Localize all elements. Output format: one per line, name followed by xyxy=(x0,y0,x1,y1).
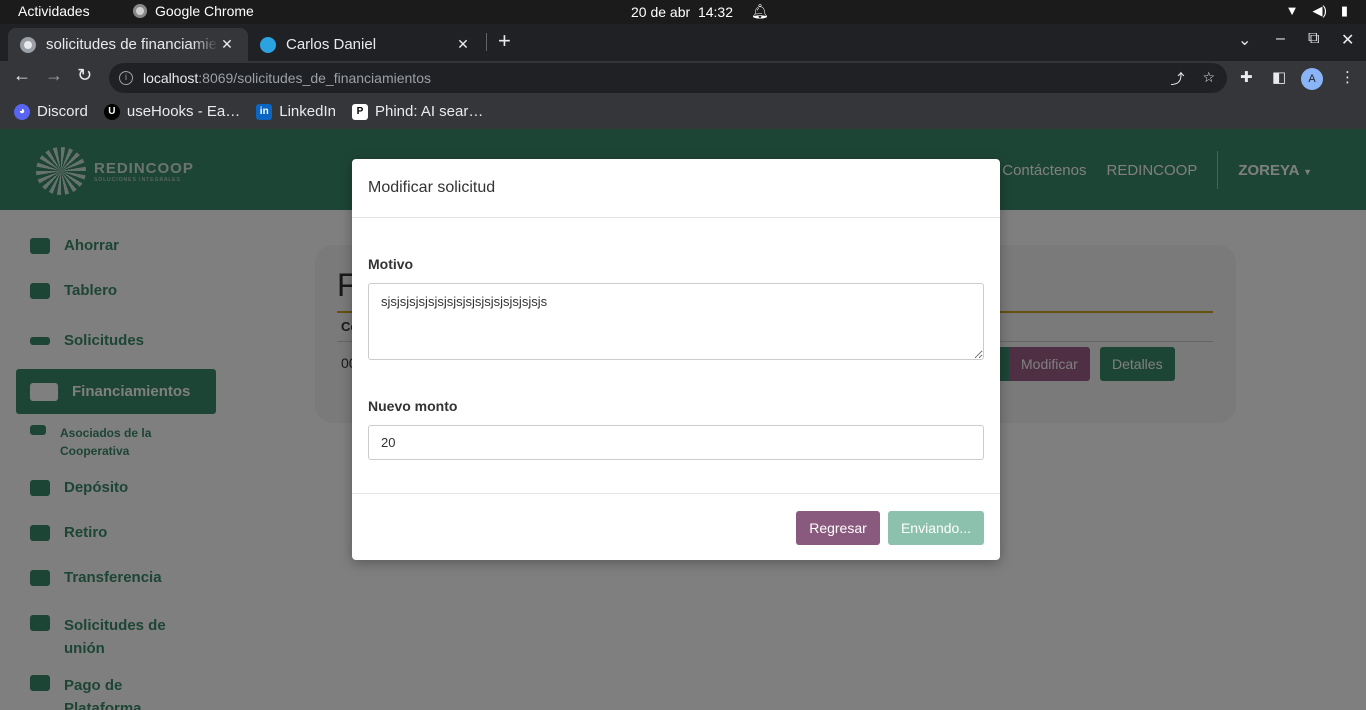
side-panel-icon[interactable]: ◧ xyxy=(1272,68,1286,86)
volume-icon: ◀︎) xyxy=(1312,3,1327,18)
usehooks-icon: U xyxy=(103,103,120,120)
chrome-icon xyxy=(133,4,147,18)
bookmark-linkedin[interactable]: in LinkedIn xyxy=(256,103,336,120)
maximize-icon[interactable]: ⧉ xyxy=(1308,30,1319,48)
discord-icon: ◕ xyxy=(14,103,30,120)
new-tab-icon[interactable]: + xyxy=(498,30,511,52)
app-menu[interactable]: Google Chrome xyxy=(133,3,254,19)
url-text[interactable]: localhost:8069/solicitudes_de_financiami… xyxy=(143,70,431,86)
tab-separator xyxy=(486,33,487,51)
bookmark-label: Discord xyxy=(37,103,88,120)
menu-kebab-icon[interactable]: ⋮ xyxy=(1340,68,1355,86)
nuevo-monto-input[interactable] xyxy=(368,425,984,460)
wifi-icon: ▼ xyxy=(1285,3,1299,18)
system-tray[interactable]: ▼ ◀︎) ▮ xyxy=(1286,3,1348,19)
phind-icon: P xyxy=(351,103,368,120)
time: 14:32 xyxy=(697,3,733,20)
tab-search-icon[interactable]: ⌄ xyxy=(1238,30,1251,50)
system-top-bar: Actividades Google Chrome 20 de abr 14:3… xyxy=(0,0,1366,24)
close-icon[interactable]: ✕ xyxy=(218,36,236,53)
tab-solicitudes[interactable]: solicitudes de financiamientos ✕ xyxy=(8,28,248,61)
star-icon[interactable]: ☆ xyxy=(1202,69,1215,89)
close-icon[interactable]: ✕ xyxy=(454,36,472,53)
bookmark-label: LinkedIn xyxy=(279,103,336,120)
minimize-icon[interactable]: – xyxy=(1276,30,1285,48)
battery-icon: ▮ xyxy=(1340,3,1348,18)
date: 20 de abr xyxy=(631,3,691,20)
clock[interactable]: 20 de abr 14:32 🔔︎ xyxy=(631,3,769,20)
tab-title: Carlos Daniel xyxy=(286,36,377,53)
tab-carlos-daniel[interactable]: Carlos Daniel ✕ xyxy=(248,28,484,61)
modal-footer: Regresar Enviando... xyxy=(352,493,1000,560)
tab-title: solicitudes de financiamientos xyxy=(46,36,218,53)
monto-label: Nuevo monto xyxy=(368,398,458,414)
profile-avatar[interactable]: A xyxy=(1301,68,1323,90)
motivo-textarea[interactable]: sjsjsjsjsjsjsjsjsjsjsjsjsjsjsjsjsjs xyxy=(368,283,984,360)
forward-arrow-icon[interactable]: → xyxy=(45,65,63,86)
activities-button[interactable]: Actividades xyxy=(18,3,90,19)
tab-strip: solicitudes de financiamientos ✕ Carlos … xyxy=(0,24,1366,61)
chrome-icon xyxy=(20,36,36,53)
bookmark-label: useHooks - Ea… xyxy=(126,103,241,120)
linkedin-icon: in xyxy=(256,103,273,120)
modify-request-modal: Modificar solicitud Motivo sjsjsjsjsjsjs… xyxy=(352,159,1000,560)
reload-icon[interactable]: ↻ xyxy=(77,65,92,86)
browser-toolbar: ← → ↻ i localhost:8069/solicitudes_de_fi… xyxy=(0,61,1366,94)
bookmark-usehooks[interactable]: U useHooks - Ea… xyxy=(103,103,241,120)
extensions-icon[interactable]: ✚ xyxy=(1240,68,1253,86)
bookmark-label: Phind: AI sear… xyxy=(374,103,484,120)
modal-body: Motivo sjsjsjsjsjsjsjsjsjsjsjsjsjsjsjsjs… xyxy=(352,218,1000,493)
back-button[interactable]: Regresar xyxy=(796,511,880,545)
telegram-icon xyxy=(260,36,276,53)
share-icon[interactable]: ⤴ xyxy=(1170,69,1184,89)
modal-title: Modificar solicitud xyxy=(352,159,1000,218)
motivo-label: Motivo xyxy=(368,256,414,272)
close-window-icon[interactable]: ✕ xyxy=(1341,30,1354,50)
bookmark-discord[interactable]: ◕ Discord xyxy=(14,103,88,120)
app-name: Google Chrome xyxy=(155,3,254,19)
bookmark-phind[interactable]: P Phind: AI sear… xyxy=(351,103,484,120)
bookmarks-bar: ◕ Discord U useHooks - Ea… in LinkedIn P… xyxy=(0,94,1366,129)
back-arrow-icon[interactable]: ← xyxy=(13,65,31,86)
info-icon[interactable]: i xyxy=(119,71,133,85)
address-bar[interactable]: i localhost:8069/solicitudes_de_financia… xyxy=(109,63,1227,93)
sending-button[interactable]: Enviando... xyxy=(888,511,984,545)
alarm-icon: 🔔︎ xyxy=(751,3,769,19)
url-path: :8069/solicitudes_de_financiamientos xyxy=(198,70,431,86)
url-host: localhost xyxy=(143,70,199,86)
